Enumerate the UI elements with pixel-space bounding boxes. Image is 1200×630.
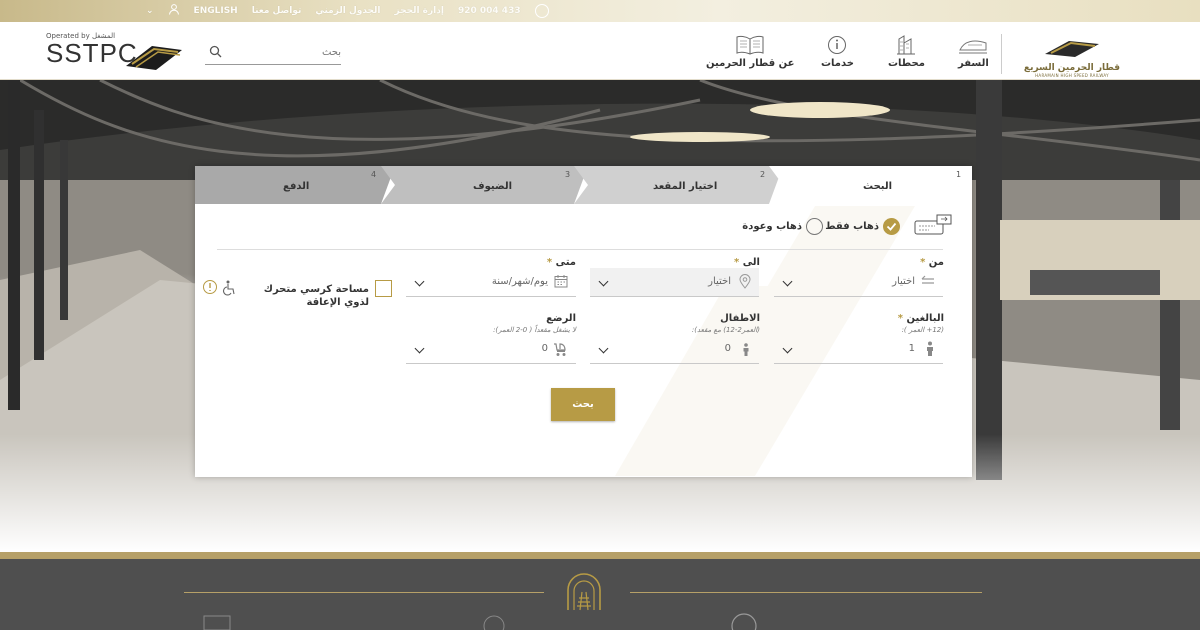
chevron-down-icon xyxy=(598,276,609,287)
to-label: الى * xyxy=(733,257,760,268)
circle-icon xyxy=(483,615,505,630)
footer xyxy=(0,559,1200,630)
brand-name-arabic: قطار الحرمين السريع xyxy=(1023,63,1121,73)
infants-value: 0 xyxy=(541,343,548,354)
calendar-icon xyxy=(554,275,568,288)
adults-value: 1 xyxy=(908,343,915,354)
tab-search[interactable]: البحث xyxy=(863,181,892,192)
phone-icon[interactable] xyxy=(534,3,549,18)
chevron-down-icon[interactable]: ⌄ xyxy=(146,6,154,16)
tab-search-number: 1 xyxy=(956,170,962,179)
date-value: يوم/شهر/سنة xyxy=(491,276,548,287)
search-input[interactable] xyxy=(231,42,341,62)
stroller-icon xyxy=(554,343,566,356)
adult-person-icon xyxy=(927,341,933,356)
arrow-left-icon xyxy=(921,275,934,284)
required-marker: * xyxy=(546,257,553,268)
nav-travel[interactable]: السفر xyxy=(958,35,989,69)
timetable-link[interactable]: الجدول الزمني xyxy=(315,6,380,16)
from-label: من * xyxy=(920,257,944,268)
tunnel-track-icon xyxy=(567,573,601,611)
divider xyxy=(630,592,982,593)
footer-gold-line xyxy=(0,552,1200,559)
nav-travel-label: السفر xyxy=(958,58,989,69)
top-bar: ⌄ ENGLISH تواصل معنا الجدول الزمني إدارة… xyxy=(0,0,1200,22)
booking-panel: 1 البحث 2 اختيار المقعد 3 الضيوف 4 الدفع… xyxy=(195,166,972,477)
children-select[interactable]: 0 xyxy=(590,335,759,364)
search-icon[interactable] xyxy=(209,45,222,58)
children-label: الاطفال xyxy=(720,313,760,324)
wheelchair-checkbox[interactable] xyxy=(375,280,392,297)
tab-payment-number: 4 xyxy=(371,170,377,179)
nav-stations[interactable]: محطات xyxy=(888,35,925,69)
chevron-down-icon xyxy=(414,276,425,287)
search-box xyxy=(205,42,341,65)
tab-payment[interactable]: الدفع xyxy=(283,181,309,192)
accessibility-icon xyxy=(203,280,235,296)
infants-select[interactable]: 0 xyxy=(406,335,576,364)
chevron-down-icon xyxy=(414,343,425,354)
tab-guests[interactable]: الضيوف xyxy=(473,181,512,192)
children-age-hint: (العمر2-12) مع مقعد): xyxy=(691,326,760,334)
nav-about[interactable]: عن قطار الحرمين xyxy=(706,35,794,69)
brand-name-english: HARAMAIN HIGH SPEED RAILWAY xyxy=(1035,73,1109,78)
to-value: اختيار xyxy=(708,276,731,287)
step-tabs xyxy=(195,166,972,204)
nav-about-label: عن قطار الحرمين xyxy=(706,58,795,69)
chevron-down-icon xyxy=(782,343,793,354)
required-marker: * xyxy=(920,257,926,268)
adults-age-hint: (12+ العمر ): xyxy=(901,326,944,334)
location-pin-icon xyxy=(739,274,751,289)
header: Operated by المشغل SSTPC عن قطار الحرمين… xyxy=(0,22,1200,80)
haramain-train-icon xyxy=(1045,41,1099,57)
children-value: 0 xyxy=(724,343,731,354)
divider xyxy=(184,592,544,593)
language-switch[interactable]: ENGLISH xyxy=(194,6,238,16)
chevron-down-icon xyxy=(782,276,793,287)
to-select[interactable]: اختيار xyxy=(590,268,759,297)
divider xyxy=(217,249,943,250)
circle-icon xyxy=(731,613,757,630)
ticket-icon xyxy=(914,214,952,235)
round-trip-label: ذهاب وعودة xyxy=(742,221,802,232)
child-person-icon xyxy=(743,343,749,356)
haramain-logo[interactable]: قطار الحرمين السريع HARAMAIN HIGH SPEED … xyxy=(1022,38,1122,78)
date-picker[interactable]: يوم/شهر/سنة xyxy=(406,268,576,297)
round-trip-radio[interactable] xyxy=(806,218,823,235)
phone-number[interactable]: 920 004 433 xyxy=(458,6,521,16)
tab-seat-selection[interactable]: اختيار المقعد xyxy=(653,181,717,192)
train-icon xyxy=(959,40,988,54)
one-way-label: ذهاب فقط xyxy=(825,221,879,232)
user-icon[interactable] xyxy=(168,3,180,18)
info-icon xyxy=(828,36,847,54)
divider xyxy=(1001,34,1002,74)
wheelchair-label: مساحة كرسي متحرك لذوي الإعاقة xyxy=(263,284,369,308)
contact-link[interactable]: تواصل معنا xyxy=(252,6,302,16)
station-icon xyxy=(897,35,916,55)
required-marker: * xyxy=(733,257,740,268)
infants-label: الرضع xyxy=(546,313,576,324)
when-label: متى * xyxy=(546,257,576,268)
from-select[interactable]: اختيار xyxy=(774,268,943,297)
search-button[interactable]: بحث xyxy=(551,388,615,421)
building-icon xyxy=(203,615,231,630)
tab-guests-number: 3 xyxy=(565,170,571,179)
required-marker: * xyxy=(897,313,904,324)
nav-services[interactable]: خدمات xyxy=(821,35,854,69)
one-way-radio[interactable] xyxy=(883,218,900,235)
adults-label: البالغين * xyxy=(897,313,944,324)
booking-management-link[interactable]: إدارة الحجز xyxy=(395,6,444,16)
train-logo-icon xyxy=(126,46,182,70)
tab-seat-number: 2 xyxy=(760,170,766,179)
nav-stations-label: محطات xyxy=(888,58,925,69)
adults-select[interactable]: 1 xyxy=(774,335,943,364)
chevron-down-icon xyxy=(598,343,609,354)
check-icon xyxy=(886,222,897,231)
infants-age-hint: لا يشغل مقعداً ( 0-2 العمر): xyxy=(493,326,576,334)
from-value: اختيار xyxy=(892,276,915,287)
nav-services-label: خدمات xyxy=(821,58,854,69)
book-icon xyxy=(736,35,764,55)
